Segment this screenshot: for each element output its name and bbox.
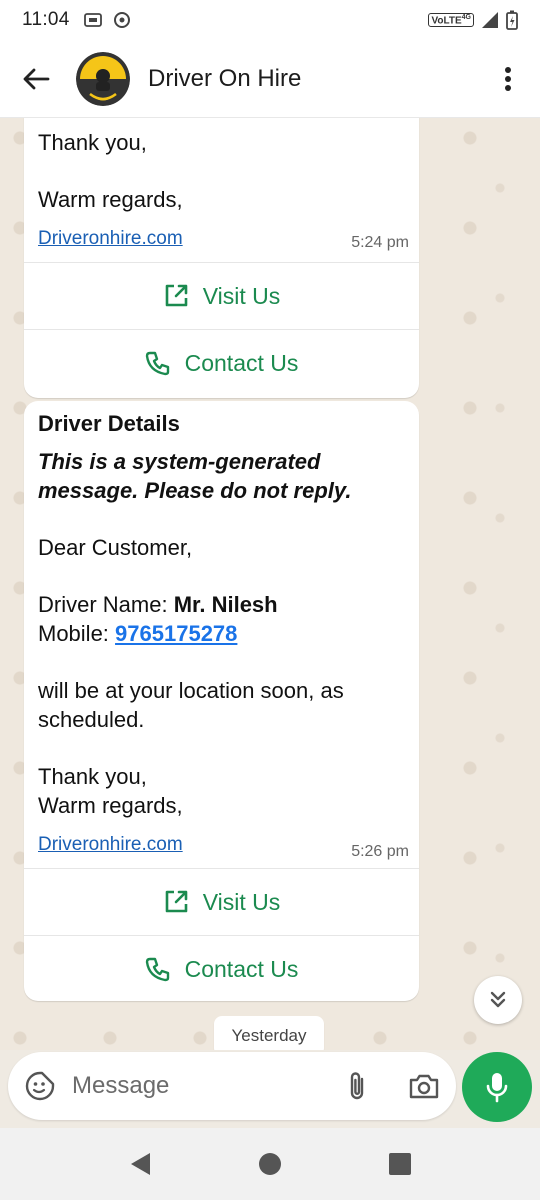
nav-home-icon[interactable] [258, 1152, 282, 1176]
message-composer: Message [8, 1052, 456, 1120]
message-timestamp: 5:24 pm [351, 234, 409, 251]
message-notification-icon [83, 13, 102, 27]
more-vertical-icon [505, 66, 511, 91]
driver-name: Mr. Nilesh [173, 592, 278, 617]
contact-us-label: Contact Us [184, 349, 299, 376]
sync-notification-icon [113, 12, 130, 28]
external-link-icon [165, 284, 188, 307]
visit-us-button[interactable]: Visit Us [24, 868, 419, 935]
nav-recents-icon[interactable] [388, 1152, 412, 1176]
chat-area[interactable]: Thank you, Warm regards, Driveronhire.co… [0, 118, 540, 1050]
system-navigation-bar [0, 1128, 540, 1200]
scroll-to-bottom-button[interactable] [474, 976, 522, 1024]
message-actions: Visit Us Contact Us [24, 868, 419, 1002]
message-notice: This is a system-generated message. Plea… [38, 449, 352, 503]
message-bubble: Driver Details This is a system-generate… [24, 401, 419, 1001]
message-actions: Visit Us Contact Us [24, 262, 419, 396]
chat-title[interactable]: Driver On Hire [148, 65, 301, 93]
message-line: Thank you, [38, 130, 147, 155]
double-chevron-down-icon [490, 991, 506, 1008]
message-title: Driver Details [38, 411, 180, 436]
message-timestamp: 5:26 pm [351, 843, 409, 860]
more-options-button[interactable] [490, 57, 526, 101]
website-link[interactable]: Driveronhire.com [38, 228, 183, 249]
attach-icon[interactable] [346, 1070, 368, 1102]
avatar[interactable] [76, 51, 130, 106]
nav-back-icon[interactable] [128, 1151, 152, 1177]
visit-us-button[interactable]: Visit Us [24, 262, 419, 329]
external-link-icon [165, 890, 188, 913]
message-body: Driver Details This is a system-generate… [24, 409, 419, 859]
visit-us-label: Visit Us [202, 282, 281, 309]
signal-icon [482, 12, 498, 28]
contact-us-button[interactable]: Contact Us [24, 329, 419, 396]
back-button[interactable] [14, 57, 58, 101]
phone-icon [145, 351, 169, 376]
arrow-left-icon [23, 68, 50, 89]
status-time: 11:04 [22, 9, 70, 30]
message-body-text: will be at your location soon, as schedu… [38, 678, 344, 732]
microphone-icon [486, 1073, 508, 1103]
composer-actions [346, 1070, 440, 1102]
message-input[interactable]: Message [72, 1072, 169, 1100]
chat-header: Driver On Hire [0, 40, 540, 118]
message-line: Warm regards, [38, 187, 183, 212]
website-link[interactable]: Driveronhire.com [38, 834, 183, 855]
visit-us-label: Visit Us [202, 888, 281, 915]
volte-icon: VoLTE4G [428, 12, 474, 28]
contact-us-label: Contact Us [184, 955, 299, 982]
mobile-number-link[interactable]: 9765175278 [115, 621, 237, 646]
date-separator: Yesterday [214, 1016, 324, 1050]
voice-message-button[interactable] [462, 1052, 532, 1122]
driver-logo-icon [76, 51, 130, 106]
status-notifications [83, 10, 132, 30]
battery-icon [506, 10, 518, 30]
sticker-icon[interactable] [24, 1070, 56, 1102]
status-system-icons: VoLTE4G [428, 10, 518, 30]
mobile-line: Mobile: 9765175278 [38, 621, 238, 646]
message-line: Warm regards, [38, 793, 183, 818]
driver-name-line: Driver Name: Mr. Nilesh [38, 592, 278, 617]
message-bubble: Thank you, Warm regards, Driveronhire.co… [24, 118, 419, 398]
phone-icon [145, 957, 169, 982]
contact-us-button[interactable]: Contact Us [24, 935, 419, 1002]
message-greeting: Dear Customer, [38, 535, 193, 560]
status-bar: 11:04 VoLTE4G [0, 0, 540, 40]
camera-icon[interactable] [408, 1072, 440, 1100]
message-line: Thank you, [38, 764, 147, 789]
